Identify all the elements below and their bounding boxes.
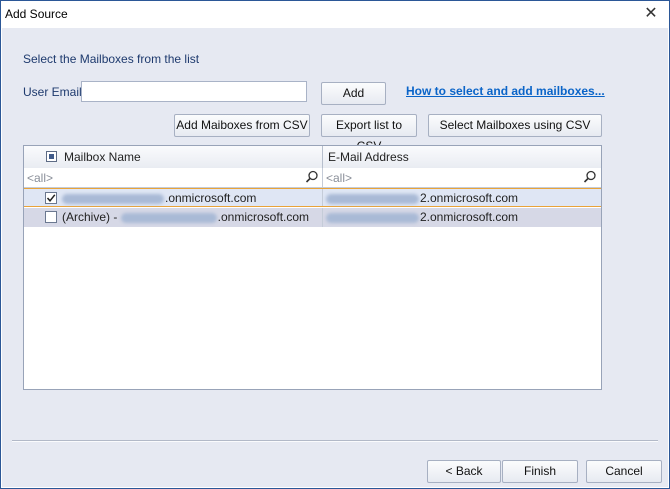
user-email-input[interactable]: [81, 81, 307, 102]
redacted-text: [62, 193, 164, 204]
table-row[interactable]: .onmicrosoft.com 2.onmicrosoft.com: [24, 188, 601, 207]
row-checkbox[interactable]: [45, 192, 57, 204]
email-text: 2.onmicrosoft.com: [326, 210, 518, 224]
mailbox-name-cell: .onmicrosoft.com: [24, 189, 323, 206]
filter-cell-email[interactable]: <all>: [323, 168, 601, 187]
finish-button[interactable]: Finish: [502, 460, 578, 483]
row-checkbox[interactable]: [45, 211, 57, 223]
email-domain: 2.onmicrosoft.com: [420, 191, 519, 205]
filter-text: <all>: [27, 171, 54, 185]
footer-divider: [12, 440, 658, 442]
add-from-csv-button[interactable]: Add Maiboxes from CSV: [174, 114, 310, 137]
mailbox-domain: .onmicrosoft.com: [217, 210, 310, 224]
mailbox-name-text: (Archive) - .onmicrosoft.com: [62, 210, 309, 224]
redacted-text: [326, 193, 419, 204]
grid-header: Mailbox Name E-Mail Address: [24, 146, 601, 169]
cancel-button[interactable]: Cancel: [586, 460, 662, 483]
add-button[interactable]: Add: [321, 82, 386, 105]
column-title-mailbox-name: Mailbox Name: [64, 150, 141, 164]
column-header-email[interactable]: E-Mail Address: [323, 146, 601, 168]
add-source-dialog: Add Source ✕ Select the Mailboxes from t…: [0, 0, 670, 489]
dialog-body: Select the Mailboxes from the list User …: [2, 28, 668, 487]
close-icon[interactable]: ✕: [639, 4, 663, 24]
search-icon[interactable]: [305, 170, 319, 184]
select-csv-button[interactable]: Select Mailboxes using CSV: [428, 114, 602, 137]
checkmark-icon: [46, 194, 56, 202]
email-domain: 2.onmicrosoft.com: [420, 210, 519, 224]
filter-row: <all> <all>: [24, 168, 601, 188]
back-button[interactable]: < Back: [427, 460, 501, 483]
table-row[interactable]: (Archive) - .onmicrosoft.com 2.onmicroso…: [24, 208, 601, 227]
user-email-label: User Email: [23, 85, 82, 99]
dialog-title: Add Source: [5, 7, 68, 21]
column-title-email: E-Mail Address: [328, 150, 409, 164]
archive-prefix: (Archive) -: [62, 210, 121, 224]
redacted-text: [120, 212, 217, 223]
redacted-text: [326, 212, 419, 223]
select-all-checkbox[interactable]: [46, 151, 57, 162]
email-text: 2.onmicrosoft.com: [326, 191, 518, 205]
filter-cell-mailbox-name[interactable]: <all>: [24, 168, 323, 187]
mailbox-domain: .onmicrosoft.com: [165, 191, 257, 205]
export-csv-button[interactable]: Export list to CSV: [321, 114, 417, 153]
mailbox-name-text: .onmicrosoft.com: [62, 191, 256, 205]
help-link[interactable]: How to select and add mailboxes...: [406, 84, 605, 98]
instruction-text: Select the Mailboxes from the list: [23, 52, 200, 66]
filter-text: <all>: [326, 171, 353, 185]
mailbox-grid: Mailbox Name E-Mail Address <all> <all>: [23, 145, 602, 390]
column-header-mailbox-name[interactable]: Mailbox Name: [24, 146, 323, 168]
search-icon[interactable]: [583, 170, 597, 184]
title-bar: Add Source ✕: [1, 1, 669, 28]
email-cell: 2.onmicrosoft.com: [323, 208, 601, 227]
mailbox-name-cell: (Archive) - .onmicrosoft.com: [24, 208, 323, 227]
email-cell: 2.onmicrosoft.com: [323, 189, 601, 206]
